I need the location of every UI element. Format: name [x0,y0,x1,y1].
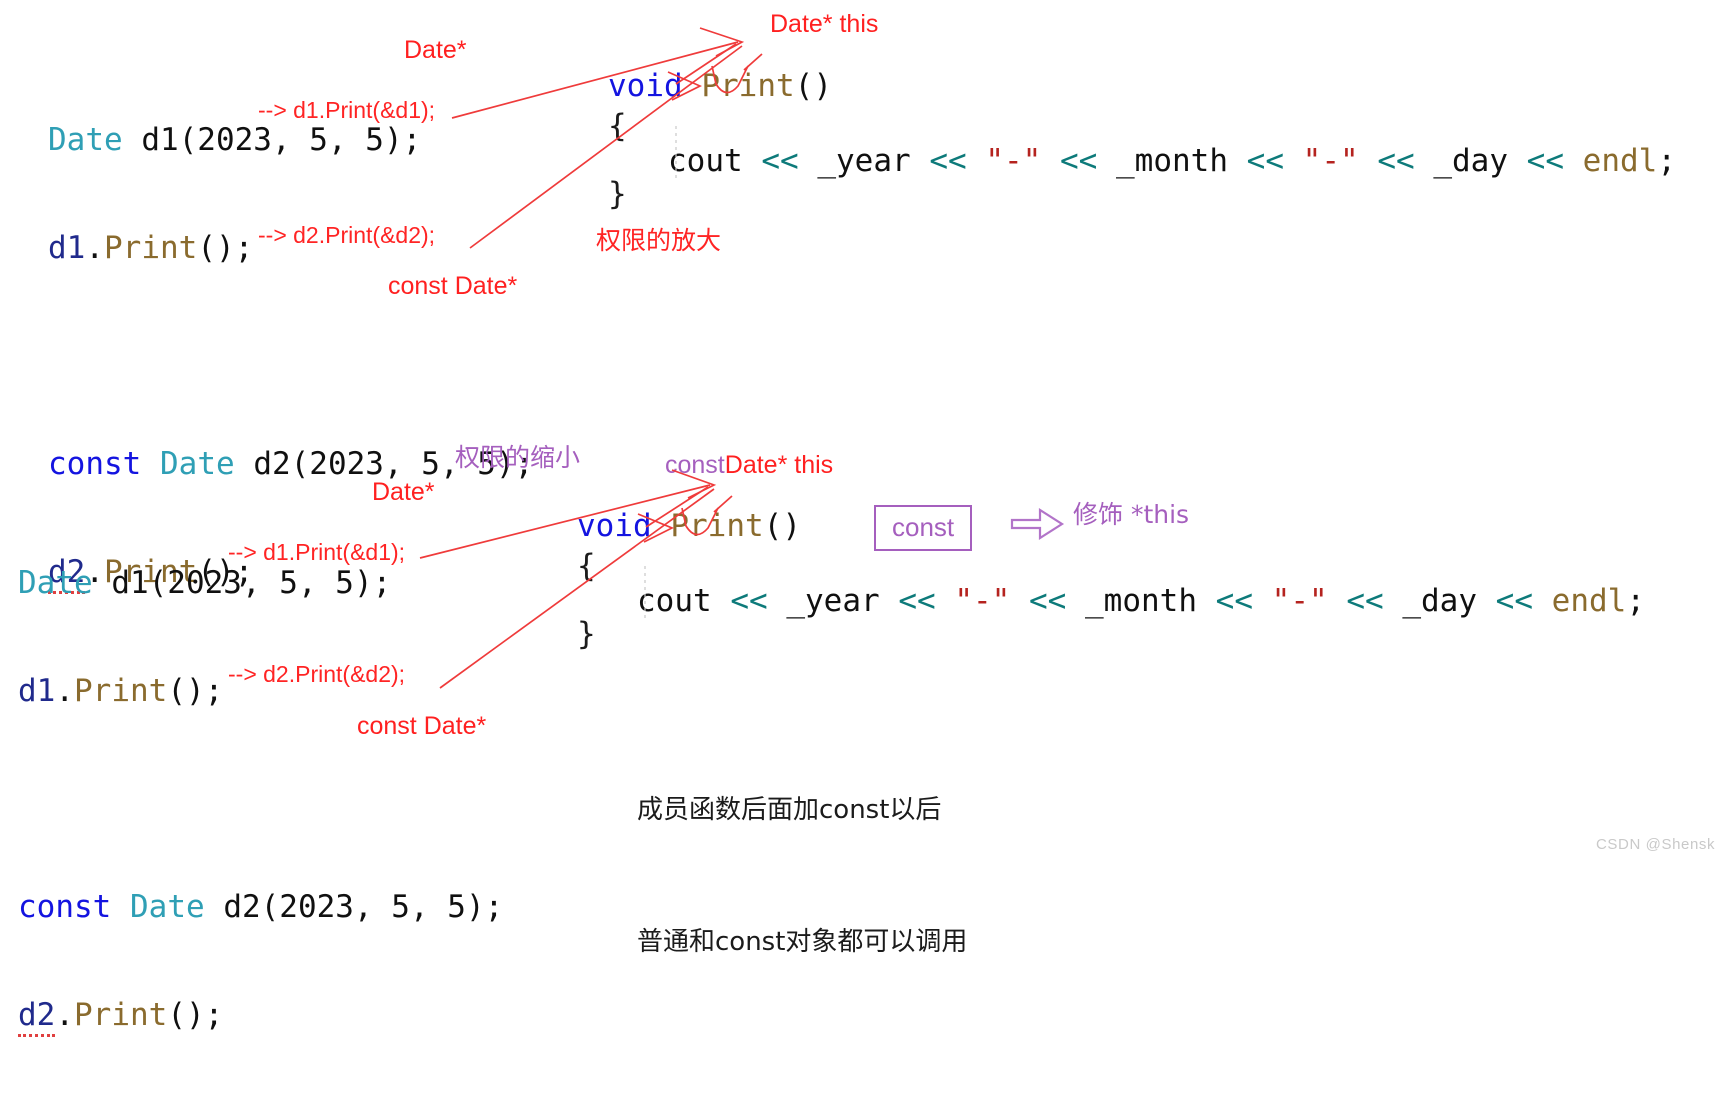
watermark: CSDN @Shensk [1596,836,1716,853]
keyword-const: const [18,889,112,925]
decl-rest: d1(2023, 5, 5); [92,565,392,601]
const-qualifier-box: const [874,505,973,551]
annotation-const-this-bottom: constDate* this [665,451,833,480]
annotation-permission-enlarge: 权限的放大 [596,226,722,255]
endl: endl [1582,143,1658,179]
stream-op: << [1346,583,1384,619]
return-type-void: void [608,68,683,104]
dot: . [55,997,74,1033]
annotation-this-label: Date* this [724,451,834,479]
purple-hollow-arrow [1010,507,1065,541]
stream-op: << [1060,143,1098,179]
member-year: _year [817,143,911,179]
summary-line-1: 成员函数后面加const以后 [637,795,942,825]
cout: cout [637,583,712,619]
annotation-date-star-top: Date* [404,36,467,64]
stream-op: << [929,143,967,179]
call-rest: (); [167,997,224,1033]
annotation-date-star-bottom: Date* [372,478,435,506]
annotation-modify-this: 修饰 *this [1073,500,1190,529]
top-brace-open: { [608,108,627,144]
stream-op: << [1526,143,1564,179]
type-date: Date [130,889,205,925]
var-d1: d1 [48,230,86,266]
decl-rest: d1(2023, 5, 5); [122,122,422,158]
top-function-signature: void Print() [608,68,832,104]
stream-op: << [898,583,936,619]
var-d1: d1 [18,673,56,709]
type-date: Date [18,565,93,601]
slide-canvas: Date d1(2023, 5, 5); d1.Print(); const D… [0,0,1725,1037]
keyword-const: const [48,446,142,482]
bottom-brace-open: { [577,548,596,584]
top-brace-close: } [608,176,627,212]
stream-op: << [1377,143,1415,179]
type-date: Date [48,122,123,158]
stream-op: << [761,143,799,179]
member-month: _month [1085,583,1197,619]
fn-parens: () [794,68,832,104]
string-dash: "-" [954,583,1011,619]
cout: cout [668,143,743,179]
bottom-code-line-1: Date d1(2023, 5, 5); [18,565,503,601]
stream-op: << [1495,583,1533,619]
decl-rest: d2(2023, 5, 5); [204,889,504,925]
stream-op: << [1029,583,1067,619]
fn-print: Print [74,997,168,1033]
annotation-call-d2-bottom: --> d2.Print(&d2); [228,661,406,687]
annotation-call-d1-top: --> d1.Print(&d1); [258,97,436,123]
fn-name-print: Print [670,508,764,544]
bottom-brace-close: } [577,616,596,652]
fn-print: Print [104,230,198,266]
bottom-code-block: Date d1(2023, 5, 5); d1.Print(); const D… [18,493,503,1105]
summary-note: 成员函数后面加const以后 普通和const对象都可以调用 [637,700,967,1052]
member-month: _month [1116,143,1228,179]
member-year: _year [786,583,880,619]
code-spacer [18,781,503,817]
endl: endl [1551,583,1627,619]
semicolon: ; [1657,143,1676,179]
stream-op: << [730,583,768,619]
call-rest: (); [197,230,254,266]
annotation-permission-shrink: 权限的缩小 [455,443,581,472]
stream-op: << [1246,143,1284,179]
fn-parens: () [763,508,801,544]
dot: . [85,230,104,266]
fn-name-print: Print [701,68,795,104]
stream-op: << [1215,583,1253,619]
code-spacer [48,338,533,374]
annotation-this-top: Date* this [770,10,879,38]
annotation-const-date-star-top: const Date* [388,272,518,300]
member-day: _day [1433,143,1508,179]
member-day: _day [1402,583,1477,619]
bottom-code-line-4: d2.Print(); [18,997,503,1037]
semicolon: ; [1626,583,1645,619]
bottom-function-body: cout << _year << "-" << _month << "-" <<… [637,583,1645,619]
top-code-line-1: Date d1(2023, 5, 5); [48,122,533,158]
summary-line-2: 普通和const对象都可以调用 [637,927,968,957]
string-dash: "-" [1302,143,1359,179]
dot: . [55,673,74,709]
string-dash: "-" [985,143,1042,179]
string-dash: "-" [1271,583,1328,619]
arrow-head-top-1 [699,27,745,57]
type-date: Date [160,446,235,482]
fn-print: Print [74,673,168,709]
call-rest: (); [167,673,224,709]
annotation-call-d2-top: --> d2.Print(&d2); [258,222,436,248]
hollow-arrow-shape [1010,507,1065,541]
return-type-void: void [577,508,652,544]
annotation-const-date-star-bottom: const Date* [357,712,487,740]
annotation-const-keyword: const [665,451,725,479]
annotation-call-d1-bottom: --> d1.Print(&d1); [228,539,406,565]
var-d2: d2 [18,997,56,1037]
top-function-body: cout << _year << "-" << _month << "-" <<… [668,143,1676,179]
bottom-code-line-3: const Date d2(2023, 5, 5); [18,889,503,925]
bottom-function-signature: void Print() [577,508,801,544]
